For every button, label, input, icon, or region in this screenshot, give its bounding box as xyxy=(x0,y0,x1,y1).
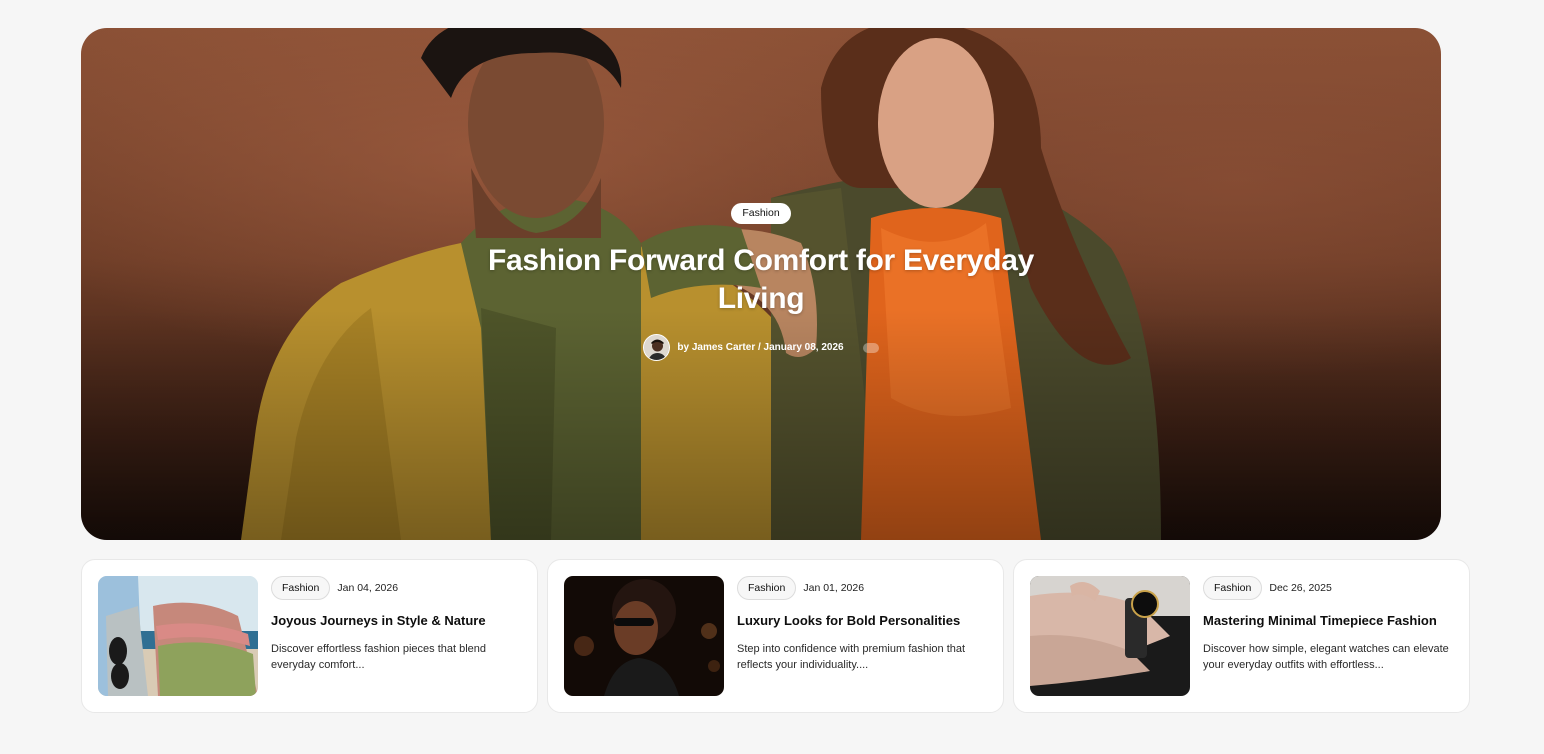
post-card[interactable]: Fashion Jan 01, 2026 Luxury Looks for Bo… xyxy=(547,559,1004,713)
post-card[interactable]: Fashion Dec 26, 2025 Mastering Minimal T… xyxy=(1013,559,1470,713)
hero-category-tag[interactable]: Fashion xyxy=(731,203,791,224)
post-title[interactable]: Joyous Journeys in Style & Nature xyxy=(271,613,521,628)
post-thumbnail[interactable] xyxy=(564,576,724,696)
post-category-tag[interactable]: Fashion xyxy=(1203,576,1263,600)
post-thumbnail[interactable] xyxy=(98,576,258,696)
post-card-body: Fashion Dec 26, 2025 Mastering Minimal T… xyxy=(1203,576,1453,696)
hero-meta: by James Carter / January 08, 2026 xyxy=(643,334,879,361)
watch-image xyxy=(1030,576,1190,696)
author-avatar[interactable] xyxy=(643,334,671,361)
post-date: Jan 01, 2026 xyxy=(803,582,865,594)
hero-content: Fashion Fashion Forward Comfort for Ever… xyxy=(81,203,1441,361)
hero-title[interactable]: Fashion Forward Comfort for Everyday Liv… xyxy=(481,242,1041,318)
post-thumbnail[interactable] xyxy=(1030,576,1190,696)
post-excerpt: Discover how simple, elegant watches can… xyxy=(1203,643,1449,671)
beach-bag-image xyxy=(98,576,258,696)
post-category-tag[interactable]: Fashion xyxy=(271,576,331,600)
avatar-image xyxy=(644,335,670,360)
post-meta: Fashion Jan 04, 2026 xyxy=(271,576,521,600)
post-excerpt: Discover effortless fashion pieces that … xyxy=(271,643,487,671)
post-card-body: Fashion Jan 04, 2026 Joyous Journeys in … xyxy=(271,576,521,696)
post-excerpt: Step into confidence with premium fashio… xyxy=(737,643,966,671)
post-card[interactable]: Fashion Jan 04, 2026 Joyous Journeys in … xyxy=(81,559,538,713)
post-card-body: Fashion Jan 01, 2026 Luxury Looks for Bo… xyxy=(737,576,987,696)
comment-icon[interactable] xyxy=(862,342,879,353)
post-category-tag[interactable]: Fashion xyxy=(737,576,797,600)
featured-post-hero[interactable]: Fashion Fashion Forward Comfort for Ever… xyxy=(81,28,1441,540)
post-meta: Fashion Jan 01, 2026 xyxy=(737,576,987,600)
hero-byline: by James Carter / January 08, 2026 xyxy=(677,342,844,353)
post-date: Dec 26, 2025 xyxy=(1269,582,1332,594)
post-title[interactable]: Luxury Looks for Bold Personalities xyxy=(737,613,987,628)
post-date: Jan 04, 2026 xyxy=(337,582,399,594)
post-title[interactable]: Mastering Minimal Timepiece Fashion xyxy=(1203,613,1453,628)
portrait-image xyxy=(564,576,724,696)
post-meta: Fashion Dec 26, 2025 xyxy=(1203,576,1453,600)
post-card-list: Fashion Jan 04, 2026 Joyous Journeys in … xyxy=(81,559,1470,713)
